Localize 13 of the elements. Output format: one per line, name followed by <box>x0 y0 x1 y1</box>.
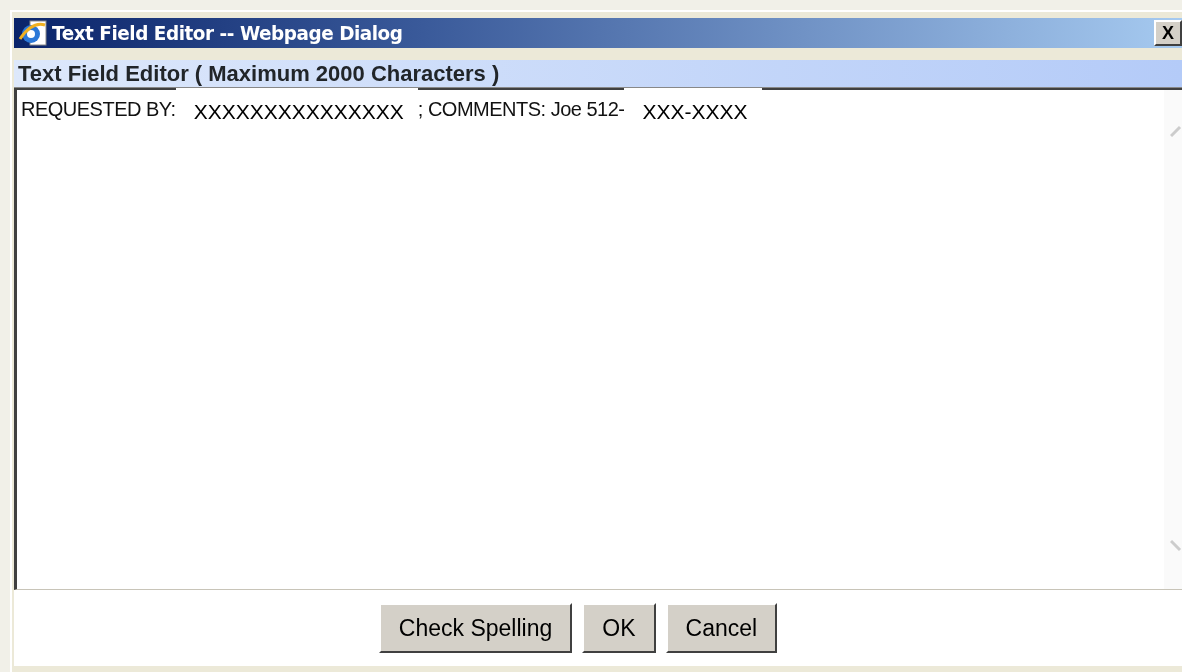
browser-icon <box>18 19 48 47</box>
scroll-up-icon[interactable] <box>1170 124 1182 138</box>
dialog-button[interactable]: OK <box>582 603 656 653</box>
window-title: Text Field Editor -- Webpage Dialog <box>52 20 403 47</box>
field-text: REQUESTED BY: <box>21 97 176 122</box>
dialog-button[interactable]: Check Spelling <box>378 603 573 653</box>
close-button[interactable]: X <box>1154 20 1182 46</box>
text-area[interactable]: REQUESTED BY: XXXXXXXXXXXXXXX ; COMMENTS: Joe 512- XXX-XXXX <box>14 88 1182 590</box>
editor-heading: Text Field Editor ( Maximum 2000 Characters ) <box>14 60 1182 88</box>
scroll-down-icon[interactable] <box>1170 539 1182 553</box>
scrollbar[interactable] <box>1164 90 1182 589</box>
dialog-button[interactable]: Cancel <box>665 603 778 653</box>
field-text: ; COMMENTS: Joe 512- <box>417 97 625 122</box>
